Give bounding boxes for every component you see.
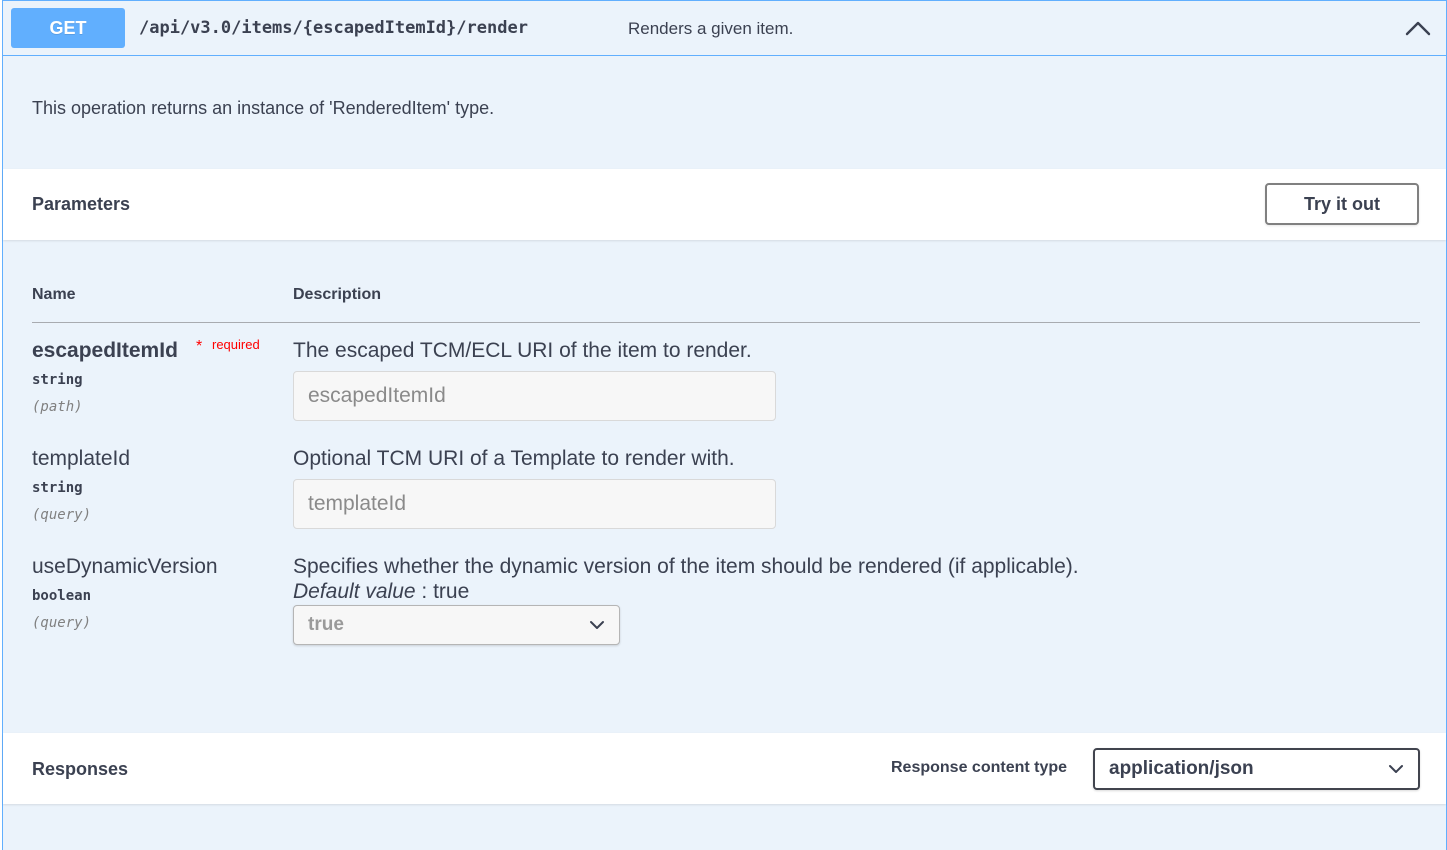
http-method-badge: GET — [11, 8, 125, 48]
param-location: (query) — [32, 615, 92, 631]
param-name-escapeditemid: escapedItemId — [32, 339, 178, 362]
param-location: (path) — [32, 399, 83, 415]
param-name-usedynamicversion: useDynamicVersion — [32, 555, 218, 578]
response-content-type-select[interactable]: application/json — [1093, 748, 1420, 790]
chevron-down-icon — [1389, 765, 1403, 773]
required-star: * — [196, 338, 203, 355]
param-type: boolean — [32, 588, 92, 604]
default-value: true — [433, 580, 470, 603]
try-it-out-button[interactable]: Try it out — [1265, 183, 1419, 225]
usedynamicversion-select[interactable]: true — [293, 605, 620, 645]
param-description: Optional TCM URI of a Template to render… — [293, 447, 735, 470]
operation-summary[interactable]: GET /api/v3.0/items/{escapedItemId}/rend… — [3, 1, 1446, 56]
operation-path: /api/v3.0/items/{escapedItemId}/render — [139, 18, 528, 38]
param-default-value: Default value : true — [293, 580, 469, 604]
templateid-input[interactable] — [293, 479, 776, 529]
escapeditemid-input[interactable] — [293, 371, 776, 421]
operation-summary-description: Renders a given item. — [628, 19, 794, 38]
parameters-section-header: Parameters Try it out — [3, 169, 1446, 240]
header-divider — [32, 322, 1420, 323]
parameters-title: Parameters — [32, 194, 131, 214]
response-content-type-label: Response content type — [891, 759, 1068, 776]
param-description: Specifies whether the dynamic version of… — [293, 555, 1079, 578]
column-header-description: Description — [293, 286, 382, 303]
param-type: string — [32, 480, 83, 496]
param-name-templateid: templateId — [32, 447, 131, 470]
param-type: string — [32, 372, 83, 388]
chevron-down-icon — [590, 621, 604, 629]
select-value: application/json — [1109, 758, 1254, 779]
default-value-separator: : — [415, 580, 434, 603]
column-header-name: Name — [32, 286, 76, 303]
param-location: (query) — [32, 507, 92, 523]
required-label: required — [212, 337, 260, 352]
operation-block: GET /api/v3.0/items/{escapedItemId}/rend… — [2, 0, 1447, 850]
chevron-up-icon[interactable] — [1403, 13, 1433, 43]
select-value: true — [308, 614, 344, 635]
operation-description: This operation returns an instance of 'R… — [32, 98, 495, 118]
responses-title: Responses — [32, 759, 129, 779]
default-value-label: Default value — [293, 580, 416, 603]
param-description: The escaped TCM/ECL URI of the item to r… — [293, 339, 752, 362]
